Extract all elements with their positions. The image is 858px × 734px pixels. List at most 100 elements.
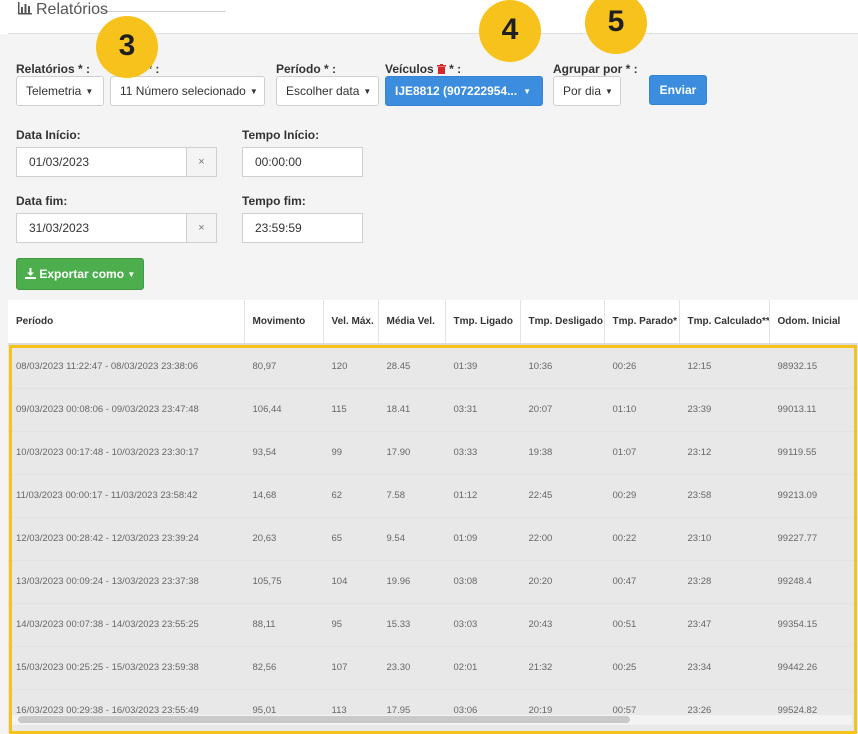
table-cell: 15.33 — [378, 603, 446, 647]
table-cell: 01:39 — [445, 345, 521, 389]
horizontal-scrollbar-thumb[interactable] — [18, 716, 630, 723]
column-header[interactable]: Vel. Máx. — [323, 300, 379, 345]
column-header[interactable]: Movimento — [244, 300, 324, 345]
table-cell: 10:36 — [520, 345, 605, 389]
table-cell: 9.54 — [378, 517, 446, 561]
veiculos-label-text: Veículos — [385, 62, 434, 76]
table-cell: 09/03/2023 00:08:06 - 09/03/2023 23:47:4… — [8, 388, 245, 432]
download-icon — [25, 267, 39, 281]
table-cell: 00:47 — [604, 560, 680, 604]
table-cell: 12:15 — [679, 345, 770, 389]
caret-down-icon: ▼ — [363, 87, 372, 96]
table-cell: 23:39 — [679, 388, 770, 432]
data-inicio-input[interactable]: 01/03/2023 — [16, 147, 187, 177]
data-fim-label: Data fim: — [16, 194, 68, 208]
trash-icon[interactable] — [437, 64, 449, 76]
table-cell: 08/03/2023 11:22:47 - 08/03/2023 23:38:0… — [8, 345, 245, 389]
data-fim-input[interactable]: 31/03/2023 — [16, 213, 187, 243]
tempo-fim-input[interactable]: 23:59:59 — [242, 213, 363, 243]
step-badge-4: 4 — [479, 0, 541, 62]
table-cell: 23.30 — [378, 646, 446, 690]
table-cell: 105,75 — [244, 560, 324, 604]
periodo-dropdown[interactable]: Escolher data ▼ — [276, 76, 379, 106]
table-cell: 20:19 — [520, 689, 605, 733]
table-cell: 23:28 — [679, 560, 770, 604]
tempo-inicio-label: Tempo Início: — [242, 128, 320, 142]
relatorios-dropdown[interactable]: Telemetria ▼ — [16, 76, 104, 106]
page-title: Relatórios — [18, 1, 108, 19]
column-header[interactable]: Tmp. Desligado — [520, 300, 605, 345]
table-cell: 65 — [323, 517, 379, 561]
table-cell: 17.95 — [378, 689, 446, 733]
table-cell: 99013.11 — [769, 388, 858, 432]
caret-down-icon: ▼ — [605, 87, 613, 96]
table-row[interactable]: 10/03/2023 00:17:48 - 10/03/2023 23:30:1… — [8, 431, 858, 475]
table-cell: 62 — [323, 474, 379, 518]
data-inicio-label: Data Início: — [16, 128, 81, 142]
relatorios-label: Relatórios * : — [16, 62, 91, 76]
column-header[interactable]: Tmp. Ligado — [445, 300, 521, 345]
table-cell: 88,11 — [244, 603, 324, 647]
table-cell: 00:25 — [604, 646, 680, 690]
table-cell: 01:09 — [445, 517, 521, 561]
table-cell: 120 — [323, 345, 379, 389]
table-cell: 7.58 — [378, 474, 446, 518]
results-table: Período Movimento Vel. Máx. Média Vel. T… — [8, 300, 858, 733]
column-header[interactable]: Tmp. Calculado** — [679, 300, 770, 345]
column-header[interactable]: Odom. Inicial — [769, 300, 858, 345]
table-cell: 02:01 — [445, 646, 521, 690]
tempo-inicio-input[interactable]: 00:00:00 — [242, 147, 363, 177]
table-row[interactable]: 15/03/2023 00:25:25 - 15/03/2023 23:59:3… — [8, 646, 858, 690]
items-dropdown[interactable]: 11 Número selecionado ▼ — [110, 76, 265, 106]
table-cell: 00:22 — [604, 517, 680, 561]
table-row[interactable]: 08/03/2023 11:22:47 - 08/03/2023 23:38:0… — [8, 345, 858, 389]
clear-data-inicio-button[interactable]: × — [187, 147, 217, 177]
title-tab-edge — [98, 0, 226, 12]
veiculos-label: Veículos * : — [385, 62, 461, 76]
caret-down-icon: ▼ — [127, 270, 136, 279]
table-cell: 104 — [323, 560, 379, 604]
table-row[interactable]: 11/03/2023 00:00:17 - 11/03/2023 23:58:4… — [8, 474, 858, 518]
table-cell: 99213.09 — [769, 474, 858, 518]
table-cell: 23:10 — [679, 517, 770, 561]
agrupar-dropdown[interactable]: Por dia ▼ — [553, 76, 621, 106]
veiculos-dropdown[interactable]: IJE8812 (907222954... ▼ — [385, 76, 543, 106]
export-label: Exportar como — [39, 267, 125, 281]
table-row[interactable]: 14/03/2023 00:07:38 - 14/03/2023 23:55:2… — [8, 603, 858, 647]
column-header[interactable]: Média Vel. — [378, 300, 446, 345]
column-header[interactable]: Tmp. Parado* — [604, 300, 680, 345]
tempo-fim-label: Tempo fim: — [242, 194, 306, 208]
table-row[interactable]: 13/03/2023 00:09:24 - 13/03/2023 23:37:3… — [8, 560, 858, 604]
table-cell: 01:07 — [604, 431, 680, 475]
caret-down-icon: ▼ — [85, 87, 94, 96]
table-cell: 00:51 — [604, 603, 680, 647]
export-button[interactable]: Exportar como ▼ — [16, 258, 144, 290]
table-cell: 23:34 — [679, 646, 770, 690]
table-cell: 21:32 — [520, 646, 605, 690]
table-cell: 20:20 — [520, 560, 605, 604]
table-cell: 03:31 — [445, 388, 521, 432]
table-cell: 00:57 — [604, 689, 680, 733]
table-cell: 99 — [323, 431, 379, 475]
table-cell: 99524.82 — [769, 689, 858, 733]
step-badge-3: 3 — [96, 16, 158, 78]
table-row[interactable]: 09/03/2023 00:08:06 - 09/03/2023 23:47:4… — [8, 388, 858, 432]
column-header[interactable]: Período — [8, 300, 245, 345]
agrupar-value: Por dia — [563, 84, 602, 98]
table-cell: 99442.26 — [769, 646, 858, 690]
table-cell: 00:29 — [604, 474, 680, 518]
table-cell: 14,68 — [244, 474, 324, 518]
results-table-container: Período Movimento Vel. Máx. Média Vel. T… — [8, 300, 858, 734]
clear-data-fim-button[interactable]: × — [187, 213, 217, 243]
table-row[interactable]: 16/03/2023 00:29:38 - 16/03/2023 23:55:4… — [8, 689, 858, 733]
bar-chart-icon — [18, 1, 32, 15]
enviar-button[interactable]: Enviar — [649, 75, 707, 105]
table-cell: 99248.4 — [769, 560, 858, 604]
table-cell: 20,63 — [244, 517, 324, 561]
periodo-value: Escolher data — [286, 84, 360, 98]
table-row[interactable]: 12/03/2023 00:28:42 - 12/03/2023 23:39:2… — [8, 517, 858, 561]
table-cell: 99354.15 — [769, 603, 858, 647]
caret-down-icon: ▼ — [249, 87, 258, 96]
table-cell: 14/03/2023 00:07:38 - 14/03/2023 23:55:2… — [8, 603, 245, 647]
table-cell: 22:45 — [520, 474, 605, 518]
